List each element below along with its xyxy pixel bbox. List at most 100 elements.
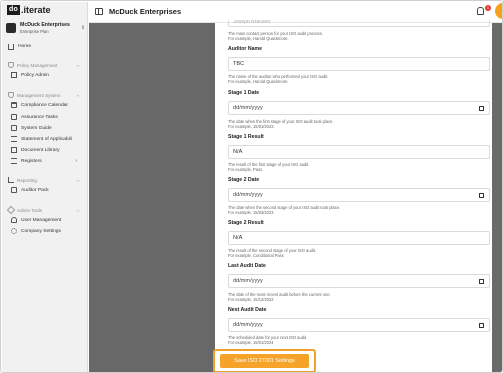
chevron-updown-icon: ⇕ (81, 25, 86, 31)
chart-icon (8, 177, 14, 183)
last-audit-date-input[interactable]: dd/mm/yyyy (228, 274, 490, 288)
chevron-right-icon: › (75, 158, 77, 164)
contact-field-partial[interactable]: Joseph Bracken (228, 20, 490, 27)
chevron-up-icon: ︿ (76, 92, 80, 97)
sidebar-item-label: Compliance Calendar (21, 102, 69, 108)
sidebar-item-policy-admin[interactable]: Policy Admin (11, 70, 89, 80)
calendar-icon[interactable] (479, 193, 484, 198)
section-management-system[interactable]: Management System ︿ (8, 91, 86, 99)
modal-overlay-right (492, 23, 502, 372)
sidebar-item-label: Auditor Pack (21, 187, 49, 193)
calendar-icon[interactable] (479, 279, 484, 284)
last-audit-date-label: Last Audit Date (228, 263, 266, 269)
home-icon (8, 44, 14, 50)
calendar-icon[interactable] (479, 323, 484, 328)
calendar-icon[interactable] (479, 106, 484, 111)
sidebar-item-label: User Management (21, 217, 62, 223)
wrench-icon (6, 205, 16, 215)
main-content: Joseph Bracken The main contact person f… (89, 20, 502, 372)
notification-badge: 1 (485, 5, 491, 11)
date-placeholder: dd/mm/yyyy (233, 105, 263, 111)
stage2-result-input[interactable]: N/A (228, 231, 490, 245)
stage2-result-label: Stage 2 Result (228, 220, 264, 226)
help-text: For example, Pass (228, 167, 263, 172)
sidebar-toggle-icon[interactable] (95, 8, 103, 15)
chevron-up-icon: ︿ (76, 62, 80, 67)
document-icon (11, 72, 17, 78)
package-icon (11, 187, 17, 193)
page-title: McDuck Enterprises (109, 7, 182, 16)
logo-mark: do (7, 5, 20, 15)
stage1-date-label: Stage 1 Date (228, 90, 260, 96)
auditor-name-label: Auditor Name (228, 46, 263, 52)
gear-icon (11, 228, 17, 234)
list-icon (11, 136, 17, 142)
org-plan: Enterprise Plan (20, 28, 49, 34)
section-label: Reporting (17, 177, 37, 183)
checklist-icon (11, 114, 17, 120)
help-text: For example, Harold Quackmore. (228, 79, 289, 84)
sidebar-item-system-guide[interactable]: System Guide (11, 123, 89, 133)
section-admin-tools[interactable]: Admin Tools ︿ (6, 205, 86, 215)
modal-overlay-left (89, 23, 215, 372)
sidebar-item-label: Document Library (21, 147, 60, 153)
logo-text: .iterate (21, 5, 51, 15)
section-label: Management System (17, 92, 61, 98)
sidebar-item-document-library[interactable]: Document Library (11, 145, 89, 155)
save-settings-button[interactable]: Save ISO 27001 Settings (220, 354, 309, 368)
help-text: For example, Conditional Pass (228, 253, 284, 258)
org-switcher[interactable]: McDuck Enterprises Enterprise Plan ⇕ (6, 19, 86, 37)
help-text: For example, Harold Quackmore. (228, 36, 289, 41)
section-label: Admin Tools (17, 207, 42, 213)
date-placeholder: dd/mm/yyyy (233, 192, 263, 198)
bell-icon[interactable] (477, 7, 484, 15)
stage1-date-input[interactable]: dd/mm/yyyy (228, 101, 490, 115)
register-icon (11, 158, 17, 164)
app-logo[interactable]: do .iterate (7, 5, 50, 15)
user-avatar[interactable] (495, 3, 502, 19)
org-avatar (6, 23, 16, 33)
sidebar-item-company-settings[interactable]: Company Settings (11, 226, 89, 236)
sidebar-item-compliance-calendar[interactable]: Compliance Calendar (11, 100, 89, 110)
stage1-result-label: Stage 1 Result (228, 134, 264, 140)
sidebar-item-auditor-pack[interactable]: Auditor Pack (11, 185, 89, 195)
help-text: For example, 15/01/2023 (228, 124, 274, 129)
sidebar-item-user-management[interactable]: User Management (11, 215, 89, 225)
sidebar-item-statement-of-applicability[interactable]: Statement of Applicabili (11, 134, 89, 144)
shield-icon (8, 92, 14, 98)
sidebar-item-label: System Guide (21, 125, 52, 131)
logo-word: iterate (23, 5, 51, 15)
auditor-name-input[interactable]: TBC (228, 57, 490, 71)
calendar-icon (11, 102, 17, 108)
sidebar-item-label: Statement of Applicabili (21, 136, 72, 142)
shield-icon (8, 62, 14, 68)
book-icon (11, 125, 17, 131)
sidebar-item-label: Registers (21, 158, 42, 164)
app-window: do .iterate McDuck Enterprises Enterpris… (0, 0, 503, 373)
sidebar-item-home[interactable]: Home (8, 41, 86, 51)
org-name: McDuck Enterprises (20, 21, 70, 28)
chevron-up-icon: ︿ (76, 177, 80, 182)
sidebar-item-label: Home (18, 43, 32, 49)
sidebar-item-label: Company Settings (21, 228, 61, 234)
next-audit-date-input[interactable]: dd/mm/yyyy (228, 318, 490, 332)
chevron-up-icon: ︿ (76, 207, 80, 212)
date-placeholder: dd/mm/yyyy (233, 322, 263, 328)
section-policy-management[interactable]: Policy Management ︿ (8, 61, 86, 69)
date-placeholder: dd/mm/yyyy (233, 278, 263, 284)
sidebar-item-registers[interactable]: Registers › (11, 156, 89, 166)
sidebar: do .iterate McDuck Enterprises Enterpris… (2, 2, 89, 372)
stage2-date-input[interactable]: dd/mm/yyyy (228, 188, 490, 202)
section-reporting[interactable]: Reporting ︿ (8, 176, 86, 184)
stage2-date-label: Stage 2 Date (228, 177, 260, 183)
next-audit-date-label: Next Audit Date (228, 307, 267, 313)
sidebar-item-label: Assurance Tasks (21, 114, 58, 120)
sidebar-item-assurance-tasks[interactable]: Assurance Tasks (11, 112, 89, 122)
help-text: For example, 15/12/2022 (228, 297, 274, 302)
sidebar-item-label: Policy Admin (21, 72, 49, 78)
help-text: For example, 15/03/2023 (228, 210, 274, 215)
users-icon (11, 217, 17, 223)
folder-icon (11, 147, 17, 153)
help-text: For example, 15/01/2024 (228, 340, 274, 345)
stage1-result-input[interactable]: N/A (228, 145, 490, 159)
